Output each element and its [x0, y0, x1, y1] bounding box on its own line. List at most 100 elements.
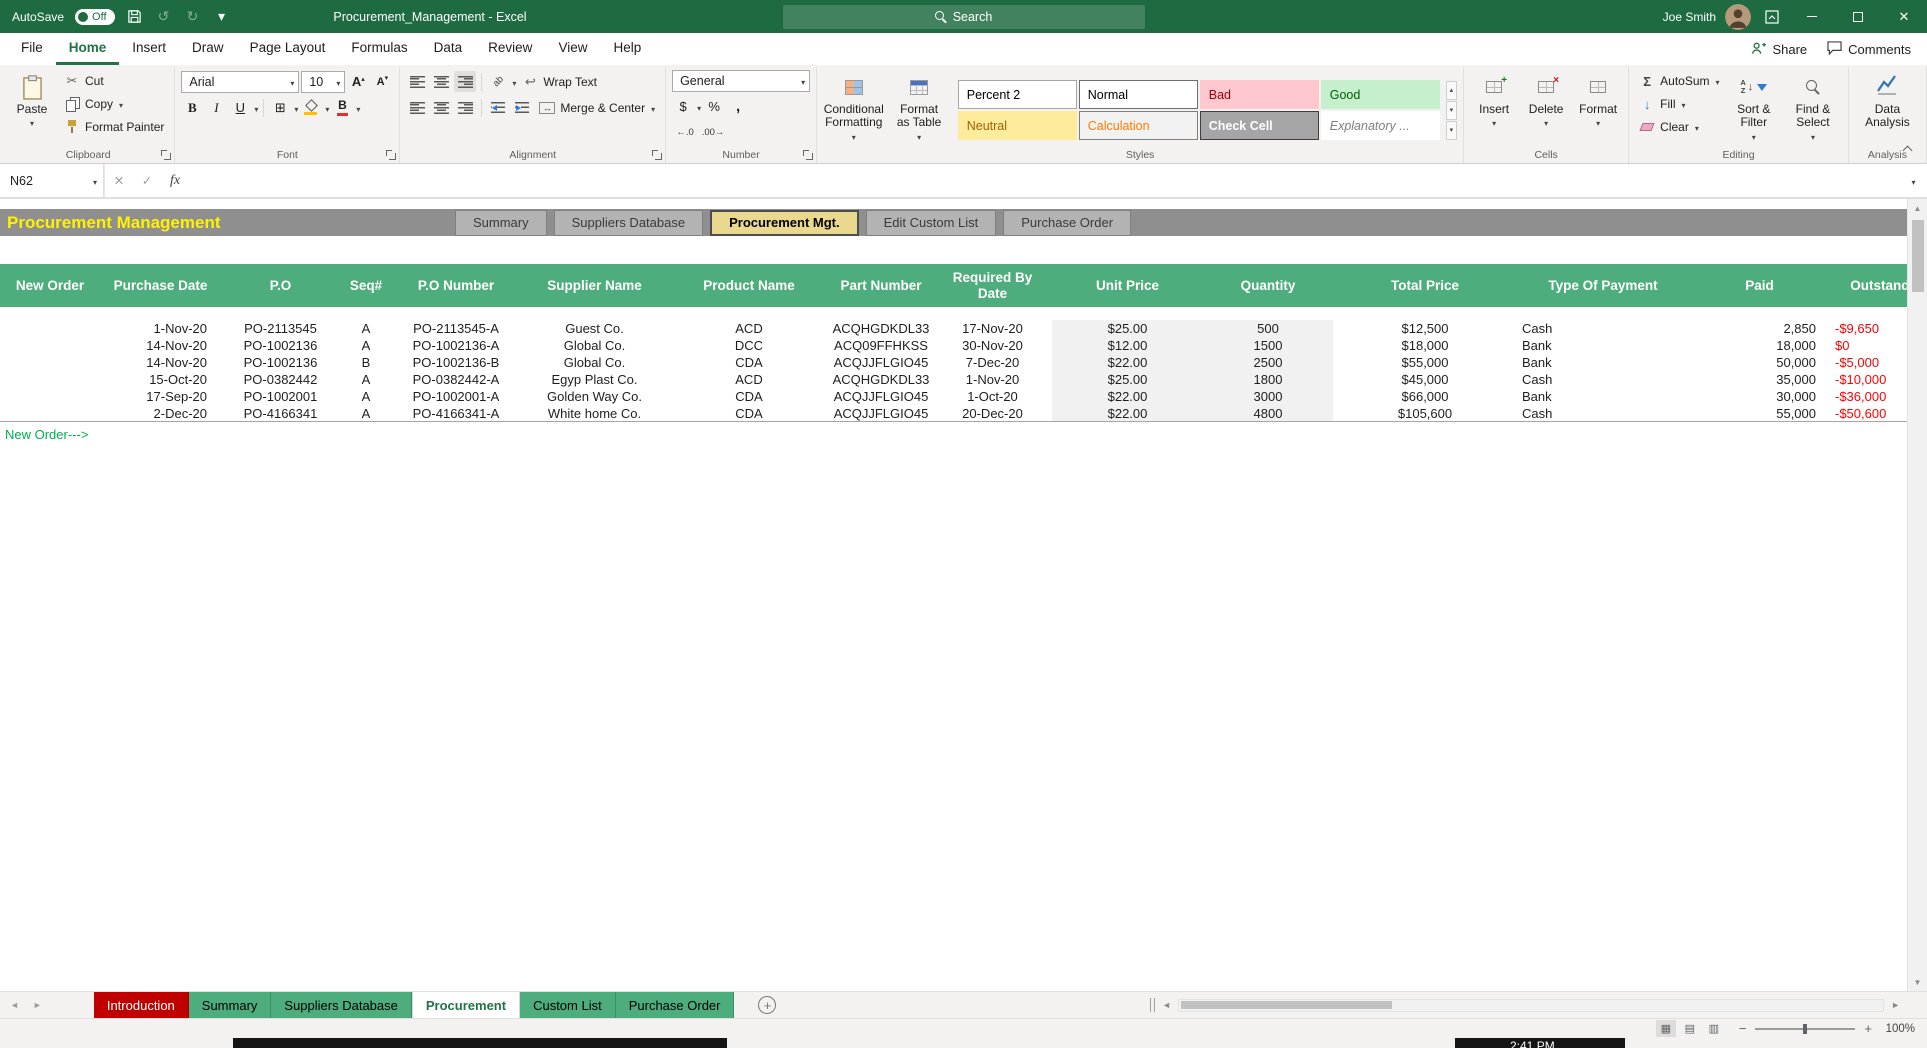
gallery-up-icon[interactable]: ▴ — [1445, 80, 1458, 100]
increase-decimal-button[interactable]: ←.0 — [672, 122, 698, 143]
zoom-level[interactable]: 100% — [1881, 1023, 1915, 1035]
cell-required-by-date[interactable]: 7-Dec-20 — [933, 354, 1052, 371]
column-header-seq[interactable]: Seq# — [340, 264, 392, 307]
column-header-purchase-date[interactable]: Purchase Date — [100, 264, 221, 307]
cell-unit-price[interactable]: $25.00 — [1052, 371, 1203, 388]
cell-product-name[interactable]: CDA — [669, 354, 829, 371]
column-header-new-order[interactable]: New Order — [0, 264, 100, 307]
conditional-formatting-button[interactable]: Conditional Formatting — [823, 70, 884, 147]
align-center-button[interactable] — [430, 97, 452, 118]
cell-new-order[interactable] — [0, 337, 100, 354]
font-color-dropdown-icon[interactable] — [355, 100, 360, 115]
cell-product-name[interactable]: DCC — [669, 337, 829, 354]
orientation-dropdown-icon[interactable] — [511, 74, 516, 89]
ribbon-tab-formulas[interactable]: Formulas — [338, 33, 420, 65]
style-percent-2[interactable]: Percent 2 — [957, 80, 1077, 109]
cell-type-of-payment[interactable]: Cash — [1517, 405, 1689, 422]
cell-p-o[interactable]: PO-1002136 — [221, 337, 340, 354]
ribbon-display-options-icon[interactable] — [1765, 9, 1779, 24]
tab-next-icon[interactable]: ► — [33, 1000, 42, 1010]
undo-icon[interactable]: ↺ — [155, 8, 173, 26]
format-painter-button[interactable]: Format Painter — [60, 116, 168, 138]
gallery-down-icon[interactable]: ▾ — [1445, 100, 1458, 120]
sheet-tab-suppliers-database[interactable]: Suppliers Database — [271, 992, 412, 1018]
sheet-tab-purchase-order[interactable]: Purchase Order — [615, 992, 735, 1018]
column-header-quantity[interactable]: Quantity — [1203, 264, 1333, 307]
restore-button[interactable] — [1835, 0, 1881, 33]
cell-p-o[interactable]: PO-0382442 — [221, 371, 340, 388]
comments-button[interactable]: Comments — [1827, 40, 1911, 58]
tab-splitter-handle[interactable] — [1150, 998, 1155, 1012]
sheet-tab-custom-list[interactable]: Custom List — [520, 992, 616, 1018]
cell-unit-price[interactable]: $25.00 — [1052, 320, 1203, 337]
cell-purchase-date[interactable]: 14-Nov-20 — [100, 354, 221, 371]
delete-cells-button[interactable]: × Delete — [1522, 70, 1570, 147]
cell-new-order[interactable] — [0, 405, 100, 422]
cell-total-price[interactable]: $45,000 — [1333, 371, 1517, 388]
cell-p-o-number[interactable]: PO-2113545-A — [392, 320, 520, 337]
cell-unit-price[interactable]: $22.00 — [1052, 388, 1203, 405]
sort-filter-button[interactable]: Sort & Filter — [1728, 70, 1781, 147]
alignment-dialog-launcher-icon[interactable] — [651, 149, 663, 160]
orientation-button[interactable]: ab — [487, 71, 509, 92]
cell-purchase-date[interactable]: 17-Sep-20 — [100, 388, 221, 405]
nav-button-summary[interactable]: Summary — [455, 209, 547, 236]
format-as-table-button[interactable]: Format as Table — [888, 70, 949, 147]
cell-quantity[interactable]: 1500 — [1203, 337, 1333, 354]
cell-part-number[interactable]: ACQJJFLGIO45 — [829, 405, 933, 422]
ribbon-tab-draw[interactable]: Draw — [179, 33, 237, 65]
insert-function-icon[interactable]: fx — [161, 164, 189, 197]
cancel-icon[interactable]: ✕ — [105, 164, 133, 197]
page-layout-view-icon[interactable]: ▤ — [1680, 1020, 1700, 1037]
column-header-type-of-payment[interactable]: Type Of Payment — [1517, 264, 1689, 307]
formula-input[interactable] — [189, 164, 1899, 197]
accounting-dropdown-icon[interactable] — [696, 99, 701, 114]
cell-total-price[interactable]: $12,500 — [1333, 320, 1517, 337]
ribbon-tab-insert[interactable]: Insert — [119, 33, 179, 65]
font-color-button[interactable]: B — [331, 97, 353, 118]
percent-style-button[interactable]: % — [703, 96, 725, 117]
cell-p-o[interactable]: PO-2113545 — [221, 320, 340, 337]
column-header-p-o[interactable]: P.O — [221, 264, 340, 307]
cell-part-number[interactable]: ACQ09FFHKSS — [829, 337, 933, 354]
ribbon-tab-review[interactable]: Review — [475, 33, 545, 65]
cell-supplier-name[interactable]: Guest Co. — [520, 320, 669, 337]
align-right-button[interactable] — [454, 97, 476, 118]
sheet-tab-introduction[interactable]: Introduction — [93, 992, 189, 1018]
cell-type-of-payment[interactable]: Bank — [1517, 337, 1689, 354]
style-calculation[interactable]: Calculation — [1078, 111, 1198, 140]
cell-p-o-number[interactable]: PO-0382442-A — [392, 371, 520, 388]
cell-p-o-number[interactable]: PO-1002001-A — [392, 388, 520, 405]
avatar[interactable] — [1725, 3, 1751, 30]
vertical-scroll-thumb[interactable] — [1911, 220, 1924, 292]
cell-supplier-name[interactable]: Global Co. — [520, 337, 669, 354]
zoom-in-icon[interactable]: + — [1864, 1021, 1872, 1036]
cut-button[interactable]: ✂ Cut — [60, 70, 168, 92]
scroll-right-icon[interactable]: ► — [1888, 1000, 1903, 1010]
cell-purchase-date[interactable]: 1-Nov-20 — [100, 320, 221, 337]
style-good[interactable]: Good — [1320, 80, 1440, 109]
save-icon[interactable] — [126, 8, 144, 26]
ribbon-tab-view[interactable]: View — [545, 33, 600, 65]
cell-total-price[interactable]: $55,000 — [1333, 354, 1517, 371]
add-sheet-button[interactable]: + — [758, 996, 777, 1014]
bold-button[interactable]: B — [181, 97, 203, 118]
cell-unit-price[interactable]: $22.00 — [1052, 405, 1203, 422]
cell-supplier-name[interactable]: Egyp Plast Co. — [520, 371, 669, 388]
user-name[interactable]: Joe Smith — [1663, 10, 1716, 24]
cell-total-price[interactable]: $66,000 — [1333, 388, 1517, 405]
cell-purchase-date[interactable]: 15-Oct-20 — [100, 371, 221, 388]
number-format-select[interactable]: General — [672, 70, 811, 92]
cell-paid[interactable]: 50,000 — [1689, 354, 1830, 371]
share-button[interactable]: Share — [1751, 41, 1807, 58]
cell-p-o-number[interactable]: PO-1002136-B — [392, 354, 520, 371]
column-header-part-number[interactable]: Part Number — [829, 264, 933, 307]
cell-p-o-number[interactable]: PO-4166341-A — [392, 405, 520, 422]
scroll-up-icon[interactable]: ▲ — [1908, 199, 1927, 217]
redo-icon[interactable]: ↻ — [184, 8, 202, 26]
column-header-p-o-number[interactable]: P.O Number — [392, 264, 520, 307]
vertical-scrollbar[interactable]: ▲ ▼ — [1907, 199, 1927, 991]
style-neutral[interactable]: Neutral — [957, 111, 1077, 140]
search-box[interactable]: Search — [782, 4, 1145, 29]
cell-seq[interactable]: B — [340, 354, 392, 371]
